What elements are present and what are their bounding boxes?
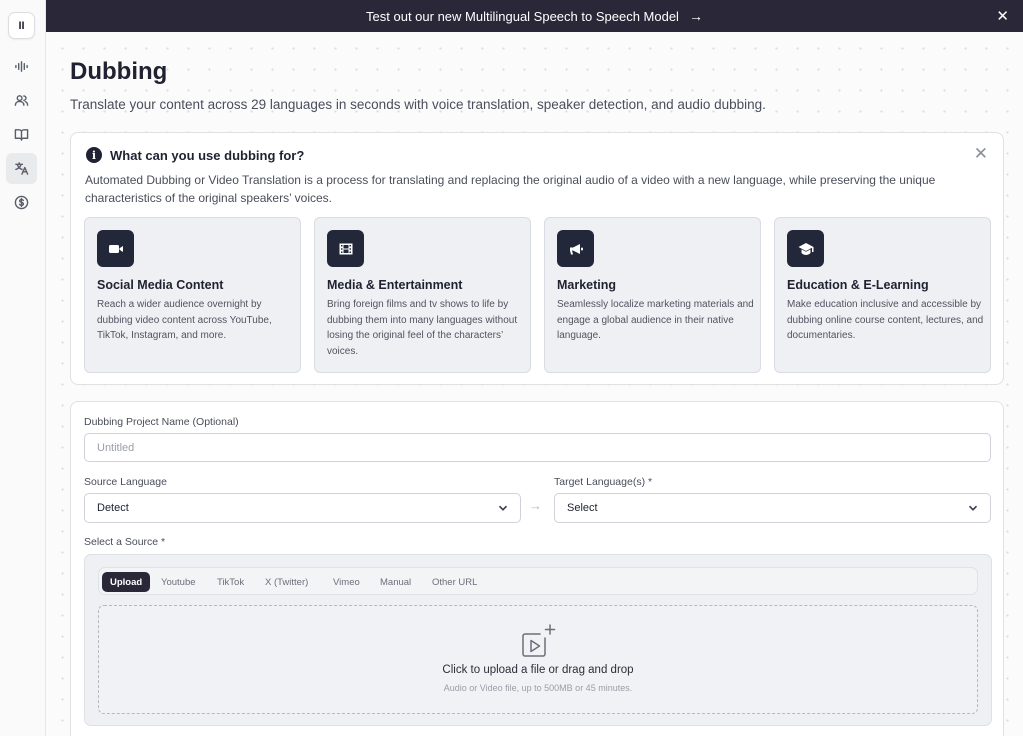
sidebar-item-library[interactable] (6, 119, 37, 150)
use-case-description: Bring foreign films and tv shows to life… (327, 299, 518, 357)
main-content: Dubbing Translate your content across 29… (46, 32, 1023, 736)
dropzone-subtitle: Audio or Video file, up to 500MB or 45 m… (443, 683, 633, 693)
tab-tiktok[interactable]: TikTok (209, 572, 252, 592)
dubbing-form: Dubbing Project Name (Optional) Untitled… (70, 401, 1004, 736)
use-case-description: Seamlessly localize marketing materials … (557, 299, 754, 341)
target-language-value: Select (567, 502, 598, 514)
sidebar-item-voices[interactable] (6, 85, 37, 116)
banner-text: Test out our new Multilingual Speech to … (366, 8, 679, 24)
translate-icon (15, 162, 29, 175)
info-title: What can you use dubbing for? (110, 147, 305, 163)
page-title: Dubbing (70, 58, 168, 85)
waveform-icon (15, 61, 28, 72)
source-tabs: Upload Youtube TikTok X (Twitter) Vimeo … (98, 567, 978, 595)
target-language-label: Target Language(s) * (554, 476, 653, 488)
use-case-card: Media & Entertainment Bring foreign film… (314, 217, 531, 373)
sidebar-item-pricing[interactable] (6, 187, 37, 218)
source-panel: Upload Youtube TikTok X (Twitter) Vimeo … (84, 554, 992, 726)
use-case-description: Reach a wider audience overnight by dubb… (97, 299, 272, 341)
tab-upload[interactable]: Upload (102, 572, 151, 592)
dropzone-title: Click to upload a file or drag and drop (442, 664, 634, 676)
tab-manual[interactable]: Manual (372, 572, 419, 592)
info-icon: i (86, 147, 102, 163)
use-case-title: Marketing (557, 278, 617, 292)
tab-vimeo[interactable]: Vimeo (325, 572, 368, 592)
use-case-title: Education & E-Learning (787, 278, 929, 292)
announcement-banner[interactable]: Test out our new Multilingual Speech to … (46, 0, 1023, 32)
arrow-right-icon: → (529, 498, 542, 513)
use-case-card: Social Media Content Reach a wider audie… (84, 217, 301, 373)
users-icon (14, 95, 29, 106)
close-icon[interactable]: ✕ (974, 145, 988, 162)
project-name-input[interactable]: Untitled (84, 433, 991, 462)
project-name-label: Dubbing Project Name (Optional) (84, 416, 239, 428)
close-icon[interactable]: ✕ (996, 7, 1009, 25)
chevron-down-icon (968, 503, 978, 513)
source-language-label: Source Language (84, 476, 167, 488)
sidebar-item-speech[interactable] (6, 51, 37, 82)
use-case-title: Media & Entertainment (327, 278, 463, 292)
tab-x-twitter[interactable]: X (Twitter) (257, 572, 316, 592)
arrow-right-icon: → (688, 8, 703, 24)
tab-youtube[interactable]: Youtube (153, 572, 204, 592)
sidebar: II (0, 0, 46, 736)
target-language-select[interactable]: Select (554, 493, 991, 523)
project-name-placeholder: Untitled (97, 441, 135, 454)
source-label: Select a Source * (84, 536, 166, 548)
chevron-down-icon (498, 503, 508, 513)
film-icon (327, 230, 364, 267)
source-language-value: Detect (97, 502, 129, 514)
book-icon (14, 129, 29, 141)
tab-other-url[interactable]: Other URL (424, 572, 485, 592)
use-case-card: Education & E-Learning Make education in… (774, 217, 991, 373)
use-case-card: Marketing Seamlessly localize marketing … (544, 217, 761, 373)
info-description: Automated Dubbing or Video Translation i… (85, 173, 936, 205)
source-language-select[interactable]: Detect (84, 493, 521, 523)
video-upload-icon (519, 622, 557, 662)
info-header: i What can you use dubbing for? (86, 147, 304, 163)
use-case-title: Social Media Content (97, 278, 224, 292)
sidebar-item-dubbing[interactable] (6, 153, 37, 184)
use-case-description: Make education inclusive and accessible … (787, 299, 984, 341)
page-subtitle: Translate your content across 29 languag… (70, 97, 766, 112)
upload-dropzone[interactable]: Click to upload a file or drag and drop … (98, 605, 978, 714)
video-icon (97, 230, 134, 267)
dollar-icon (14, 195, 29, 210)
logo-button[interactable]: II (8, 12, 35, 39)
megaphone-icon (557, 230, 594, 267)
graduation-cap-icon (787, 230, 824, 267)
info-card: i What can you use dubbing for? ✕ Automa… (70, 132, 1004, 385)
